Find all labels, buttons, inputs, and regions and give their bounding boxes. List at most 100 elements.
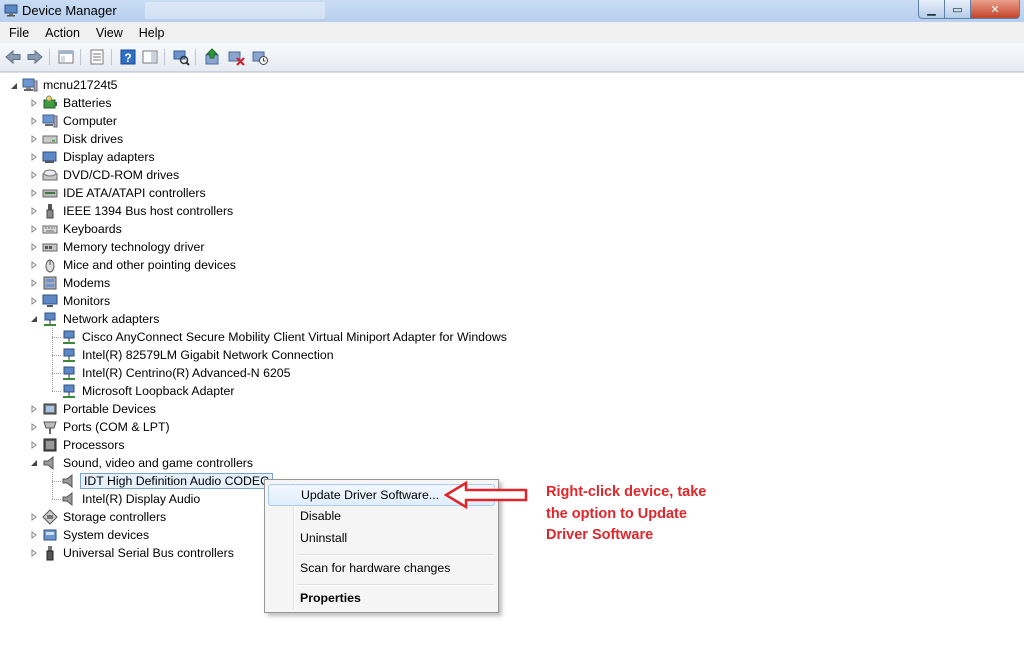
collapse-arrow-icon[interactable] (10, 82, 18, 90)
tree-category-ieee1394[interactable]: IEEE 1394 Bus host controllers (42, 202, 235, 220)
maximize-button[interactable]: ▭ (944, 0, 971, 19)
menu-view[interactable]: View (87, 26, 130, 40)
console-tree-icon[interactable] (57, 48, 75, 66)
port-icon (43, 421, 57, 434)
expand-arrow-icon[interactable] (30, 153, 38, 161)
scan-hardware-icon[interactable] (172, 48, 190, 66)
tree-category-mice[interactable]: Mice and other pointing devices (42, 256, 238, 274)
tree-connector (52, 481, 61, 482)
device-manager-icon (4, 4, 18, 17)
tree-root-label: mcnu21724t5 (43, 78, 118, 92)
tree-device-cisco-anyconnect[interactable]: Cisco AnyConnect Secure Mobility Client … (61, 328, 509, 346)
network-adapter-icon (44, 312, 56, 326)
expand-arrow-icon[interactable] (30, 405, 38, 413)
firewire-icon (46, 204, 54, 219)
tree-category-network-adapters[interactable]: Network adapters (42, 310, 161, 328)
category-label: Network adapters (63, 312, 160, 326)
expand-arrow-icon[interactable] (30, 279, 38, 287)
device-label: Intel(R) 82579LM Gigabit Network Connect… (82, 348, 334, 362)
title-bar-ghost (145, 2, 325, 19)
expand-arrow-icon[interactable] (30, 99, 38, 107)
expand-arrow-icon[interactable] (30, 171, 38, 179)
speaker-icon (62, 491, 73, 507)
back-icon[interactable] (4, 48, 22, 66)
category-label: Memory technology driver (63, 240, 205, 254)
expand-arrow-icon[interactable] (30, 423, 38, 431)
forward-icon[interactable] (26, 48, 44, 66)
tree-category-disk-drives[interactable]: Disk drives (42, 130, 125, 148)
tree-category-system-devices[interactable]: System devices (42, 526, 151, 544)
expand-arrow-icon[interactable] (30, 189, 38, 197)
tree-category-ports[interactable]: Ports (COM & LPT) (42, 418, 172, 436)
collapse-arrow-icon[interactable] (30, 315, 38, 323)
dvd-drive-icon (42, 169, 58, 181)
tree-connector (52, 472, 53, 499)
tree-connector (52, 337, 61, 338)
tree-device-intel-display-audio[interactable]: Intel(R) Display Audio (61, 490, 202, 508)
tree-category-computer[interactable]: Computer (42, 112, 119, 130)
category-label: IDE ATA/ATAPI controllers (63, 186, 206, 200)
toolbar-separator (80, 49, 81, 65)
close-button[interactable]: ✕ (970, 0, 1020, 19)
minimize-button[interactable]: ▁ (918, 0, 945, 19)
tree-category-dvd-drives[interactable]: DVD/CD-ROM drives (42, 166, 181, 184)
help-icon[interactable]: ? (119, 48, 137, 66)
category-label: Monitors (63, 294, 111, 308)
tree-category-monitors[interactable]: Monitors (42, 292, 112, 310)
mouse-icon (45, 259, 55, 273)
menu-file[interactable]: File (0, 26, 36, 40)
menu-help[interactable]: Help (130, 26, 172, 40)
expand-arrow-icon[interactable] (30, 243, 38, 251)
uninstall-icon[interactable] (227, 48, 245, 66)
tree-category-batteries[interactable]: Batteries (42, 94, 114, 112)
tree-category-sound-video-game[interactable]: Sound, video and game controllers (42, 454, 255, 472)
menu-action[interactable]: Action (36, 26, 87, 40)
tree-device-idt-audio-codec[interactable]: IDT High Definition Audio CODEC (61, 472, 273, 490)
properties-icon[interactable] (88, 48, 106, 66)
tree-category-memory-technology[interactable]: Memory technology driver (42, 238, 206, 256)
expand-arrow-icon[interactable] (30, 531, 38, 539)
expand-arrow-icon[interactable] (30, 261, 38, 269)
tree-device-intel-82579lm[interactable]: Intel(R) 82579LM Gigabit Network Connect… (61, 346, 336, 364)
system-device-icon (43, 529, 57, 541)
collapse-arrow-icon[interactable] (30, 459, 38, 467)
tree-category-portable-devices[interactable]: Portable Devices (42, 400, 158, 418)
expand-arrow-icon[interactable] (30, 225, 38, 233)
menu-item-properties[interactable]: Properties (268, 588, 495, 608)
tree-category-processors[interactable]: Processors (42, 436, 127, 454)
menu-item-uninstall[interactable]: Uninstall (268, 528, 495, 548)
update-driver-icon[interactable] (203, 48, 221, 66)
tree-device-microsoft-loopback[interactable]: Microsoft Loopback Adapter (61, 382, 236, 400)
category-label: Modems (63, 276, 111, 290)
tree-category-storage-controllers[interactable]: Storage controllers (42, 508, 168, 526)
menu-item-label: Scan for hardware changes (300, 561, 451, 575)
tree-root[interactable]: mcnu21724t5 (22, 76, 120, 94)
expand-arrow-icon[interactable] (30, 513, 38, 521)
tree-category-ide-controllers[interactable]: IDE ATA/ATAPI controllers (42, 184, 208, 202)
window-title: Device Manager (22, 3, 117, 18)
category-label: Portable Devices (63, 402, 156, 416)
ide-controller-icon (42, 189, 58, 198)
monitor-icon (42, 294, 58, 307)
expand-arrow-icon[interactable] (30, 207, 38, 215)
modem-icon (43, 276, 57, 290)
expand-arrow-icon[interactable] (30, 441, 38, 449)
toolbar: ? (0, 43, 1024, 72)
action-pane-icon[interactable] (141, 48, 159, 66)
tree-category-display-adapters[interactable]: Display adapters (42, 148, 157, 166)
expand-arrow-icon[interactable] (30, 297, 38, 305)
tree-device-intel-centrino[interactable]: Intel(R) Centrino(R) Advanced-N 6205 (61, 364, 292, 382)
expand-arrow-icon[interactable] (30, 135, 38, 143)
expand-arrow-icon[interactable] (30, 117, 38, 125)
menu-item-scan-hardware[interactable]: Scan for hardware changes (268, 558, 495, 578)
category-label: Ports (COM & LPT) (63, 420, 170, 434)
tree-category-keyboards[interactable]: Keyboards (42, 220, 124, 238)
toolbar-separator (111, 49, 112, 65)
tree-category-usb-controllers[interactable]: Universal Serial Bus controllers (42, 544, 236, 562)
tree-connector (52, 355, 61, 356)
display-adapter-icon (42, 151, 57, 163)
disable-icon[interactable] (251, 48, 269, 66)
network-adapter-icon (63, 384, 75, 398)
expand-arrow-icon[interactable] (30, 549, 38, 557)
tree-category-modems[interactable]: Modems (42, 274, 112, 292)
